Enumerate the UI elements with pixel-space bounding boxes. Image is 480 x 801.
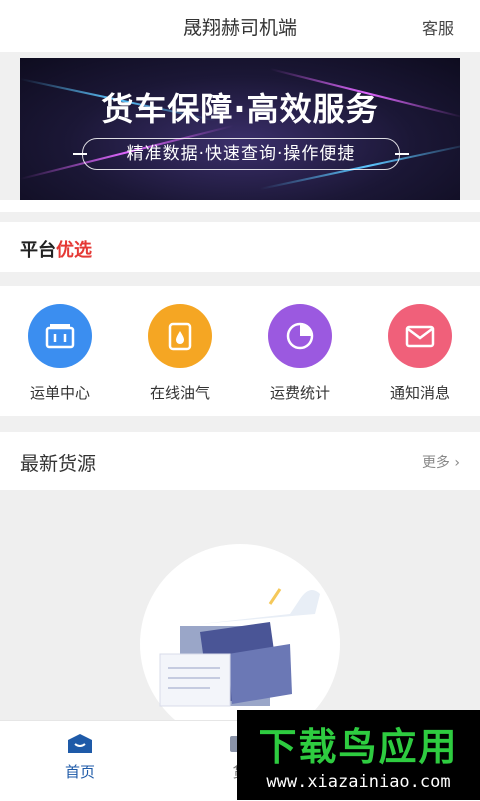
entry-label: 运费统计 — [269, 384, 330, 402]
watermark: 下载鸟应用 www.xiazainiao.com — [237, 710, 480, 800]
entry-freight-stats[interactable]: 运费统计 — [240, 304, 360, 403]
fuel-icon — [148, 304, 212, 368]
entry-waybill-center[interactable]: 运单中心 — [0, 304, 120, 403]
customer-service-button[interactable]: 客服 — [422, 15, 454, 39]
more-link[interactable]: 更多 › — [422, 452, 460, 472]
latest-cargo-title: 最新货源 — [20, 453, 97, 475]
divider — [0, 200, 480, 212]
banner-subtitle: 精准数据·快速查询·操作便捷 — [73, 138, 409, 170]
heading-part-a: 平台 — [20, 240, 56, 261]
top-header: 晟翔赫司机端 客服 — [0, 0, 480, 52]
promo-banner[interactable]: 货车保障·高效服务 精准数据·快速查询·操作便捷 — [20, 58, 460, 200]
mail-icon — [388, 304, 452, 368]
section-heading: 平台优选 — [20, 236, 92, 262]
tab-home-label: 首页 — [64, 763, 95, 781]
entry-online-fuel[interactable]: 在线油气 — [120, 304, 240, 403]
waybill-icon — [28, 304, 92, 368]
heading-part-b: 优选 — [56, 240, 92, 261]
banner-title: 货车保障·高效服务 — [101, 90, 379, 128]
entry-notifications[interactable]: 通知消息 — [360, 304, 480, 403]
empty-state — [0, 490, 480, 744]
entry-label: 通知消息 — [389, 384, 450, 402]
watermark-title: 下载鸟应用 — [258, 725, 459, 769]
entry-label: 在线油气 — [149, 384, 210, 402]
latest-cargo-header: 最新货源 更多 › — [0, 432, 480, 490]
watermark-url: www.xiazainiao.com — [266, 772, 451, 792]
platform-pick-section: 平台优选 — [0, 222, 480, 272]
chart-icon — [268, 304, 332, 368]
tab-home[interactable]: 首页 — [50, 733, 110, 782]
home-icon — [50, 733, 110, 759]
quick-entry-grid: 运单中心 在线油气 运费统计 通知消息 — [0, 286, 480, 416]
app-title: 晟翔赫司机端 — [182, 17, 297, 39]
entry-label: 运单中心 — [29, 384, 90, 402]
